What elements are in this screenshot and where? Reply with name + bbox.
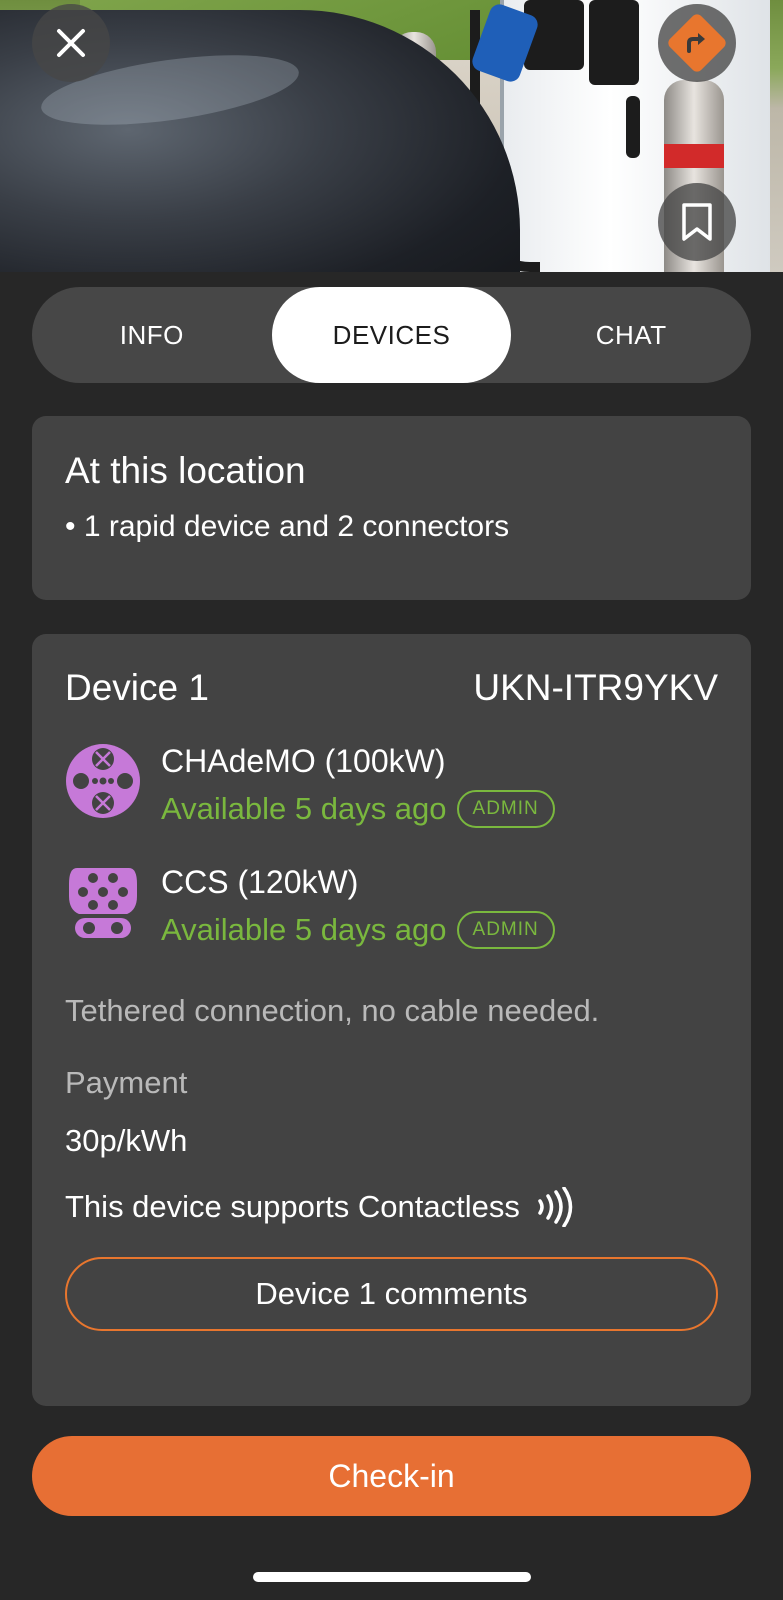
connector-status: Available 5 days ago (161, 912, 447, 947)
bookmark-icon (682, 203, 712, 241)
connector-item[interactable]: CHAdeMO (100kW) Available 5 days ago ADM… (65, 743, 718, 828)
payment-label: Payment (65, 1065, 188, 1100)
tethered-note: Tethered connection, no cable needed. (65, 993, 600, 1028)
device-card: Device 1 UKN-ITR9YKV CHAdeMO (100kW) Ava… (32, 634, 751, 1406)
device-comments-button[interactable]: Device 1 comments (65, 1257, 718, 1331)
contactless-icon (538, 1187, 573, 1227)
directions-button[interactable] (658, 4, 736, 82)
home-indicator (253, 1572, 531, 1582)
device-id: UKN-ITR9YKV (473, 667, 718, 708)
tab-chat[interactable]: CHAT (511, 287, 751, 383)
ccs-connector-icon (69, 868, 137, 938)
device-details-screen: INFO DEVICES CHAT At this location • 1 r… (0, 0, 783, 1600)
connector-item[interactable]: CCS (120kW) Available 5 days ago ADMIN (65, 864, 718, 949)
check-in-button[interactable]: Check-in (32, 1436, 751, 1516)
contactless-note: This device supports Contactless (65, 1189, 520, 1224)
connector-status: Available 5 days ago (161, 791, 447, 826)
connector-name: CHAdeMO (100kW) (161, 743, 446, 779)
close-icon (57, 29, 85, 57)
location-title: At this location (65, 450, 306, 491)
bookmark-button[interactable] (658, 183, 736, 261)
location-summary-card: At this location • 1 rapid device and 2 … (32, 416, 751, 600)
tab-info[interactable]: INFO (32, 287, 272, 383)
chademo-connector-icon (66, 744, 140, 818)
close-button[interactable] (32, 4, 110, 82)
admin-badge: ADMIN (456, 790, 555, 828)
admin-badge: ADMIN (456, 911, 555, 949)
device-name: Device 1 (65, 667, 209, 708)
directions-arrow-icon (687, 33, 705, 53)
segmented-tabs: INFO DEVICES CHAT (32, 287, 751, 383)
connector-name: CCS (120kW) (161, 864, 359, 900)
location-summary: • 1 rapid device and 2 connectors (65, 510, 510, 543)
tab-devices[interactable]: DEVICES (271, 287, 512, 383)
payment-value: 30p/kWh (65, 1123, 188, 1158)
